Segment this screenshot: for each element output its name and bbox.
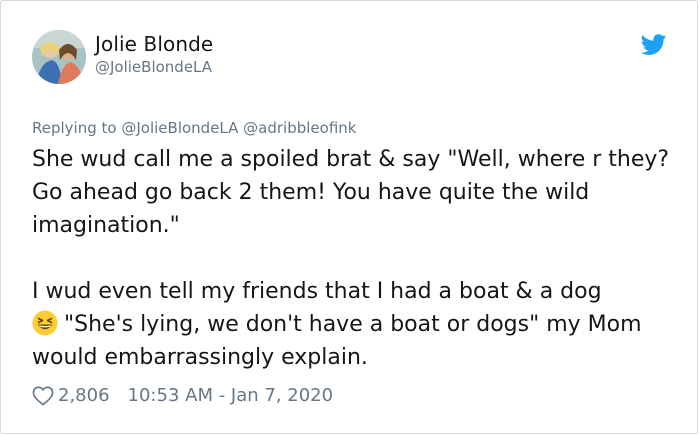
timestamp[interactable]: 10:53 AM - Jan 7, 2020 [128, 383, 334, 409]
user-block[interactable]: Jolie Blonde @JolieBlondeLA [95, 31, 213, 77]
replying-prefix: Replying to [32, 119, 117, 137]
replying-to: Replying to @JolieBlondeLA @adribbleofin… [32, 118, 356, 138]
tweet-paragraph: She wud call me a spoiled brat & say "We… [32, 147, 670, 238]
like-count[interactable]: 2,806 [58, 383, 110, 409]
tweet-text-segment: "She's lying, we don't have a boat or do… [32, 312, 642, 370]
heart-icon[interactable] [32, 386, 54, 406]
tweet-paragraph: I wud even tell my friends that I had a … [32, 275, 677, 374]
mention-link[interactable]: @adribbleofink [243, 119, 356, 137]
grinning-squinting-face-emoji [32, 310, 58, 336]
tweet-text: She wud call me a spoiled brat & say "We… [32, 143, 677, 374]
twitter-bird-icon[interactable] [641, 34, 667, 56]
tweet-footer: 2,806 10:53 AM - Jan 7, 2020 [32, 383, 333, 409]
tweet-text-segment: I wud even tell my friends that I had a … [32, 279, 602, 304]
mention-link[interactable]: @JolieBlondeLA [121, 119, 238, 137]
user-handle[interactable]: @JolieBlondeLA [95, 57, 213, 77]
avatar[interactable] [32, 30, 86, 84]
display-name[interactable]: Jolie Blonde [95, 31, 213, 57]
tweet-card: Jolie Blonde @JolieBlondeLA Replying to … [0, 0, 698, 434]
tweet-header: Jolie Blonde @JolieBlondeLA [32, 30, 667, 86]
avatar-image [32, 30, 86, 84]
